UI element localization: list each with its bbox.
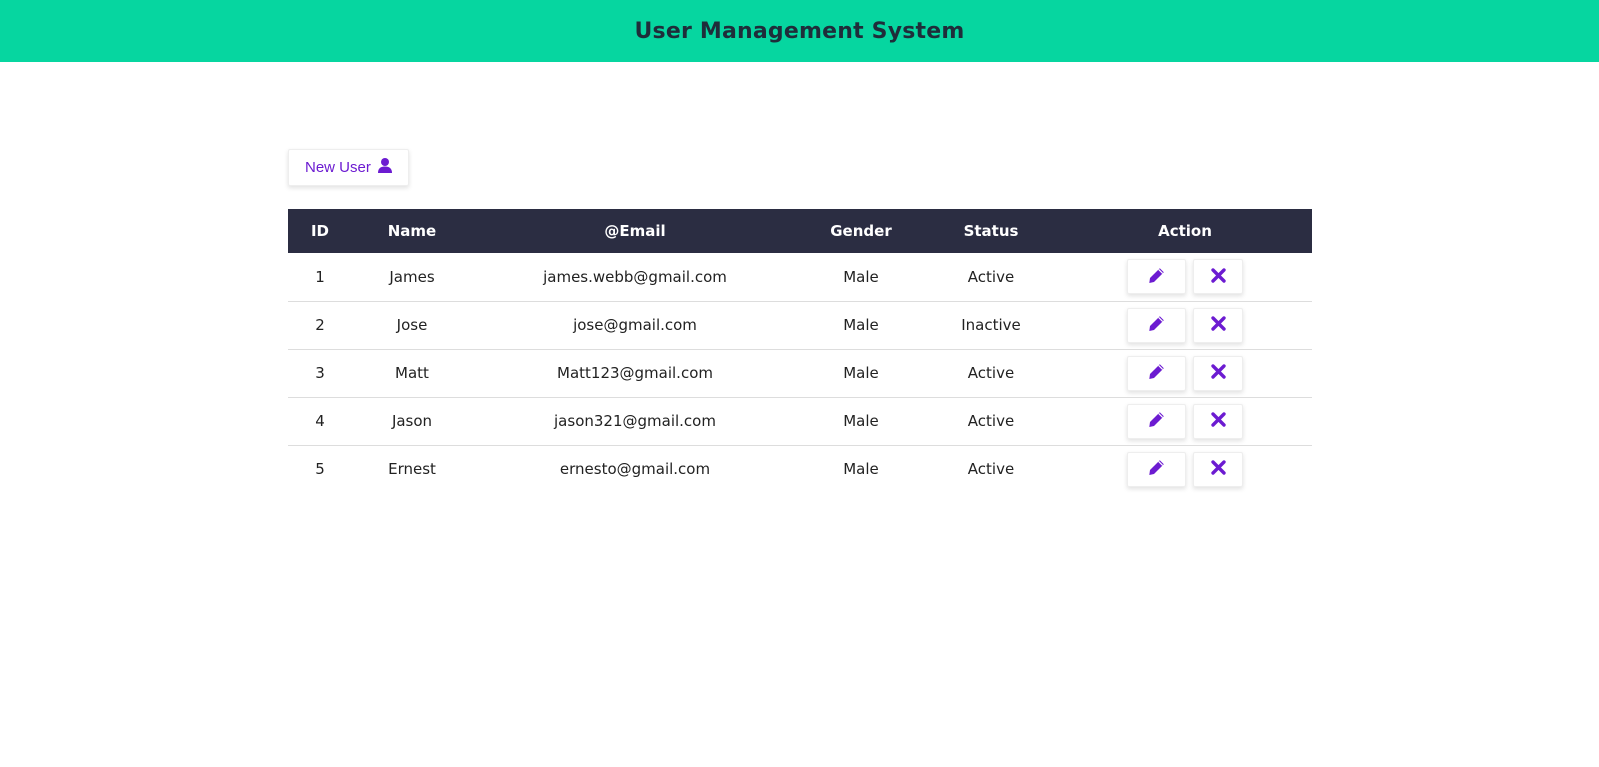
delete-user-button[interactable]	[1193, 355, 1243, 391]
table-row: 2 Jose jose@gmail.com Male Inactive	[288, 301, 1312, 349]
cell-id: 1	[315, 267, 325, 286]
cell-action	[1058, 397, 1312, 445]
cell-gender: Male	[843, 364, 879, 382]
cell-action	[1058, 301, 1312, 349]
page-title: User Management System	[634, 18, 965, 44]
close-icon	[1210, 267, 1227, 287]
pencil-icon	[1148, 411, 1165, 431]
row-actions	[1058, 355, 1312, 391]
column-header-email: @Email	[604, 222, 666, 240]
cell-id: 5	[315, 460, 325, 479]
table-row: 4 Jason jason321@gmail.com Male Active	[288, 397, 1312, 445]
cell-action	[1058, 253, 1312, 301]
users-table: ID Name @Email Gender Status Action 1 Ja…	[288, 209, 1312, 493]
cell-action	[1058, 445, 1312, 493]
pencil-icon	[1148, 315, 1165, 335]
cell-name: Jason	[391, 412, 433, 430]
cell-id: 4	[315, 412, 325, 430]
table-body: 1 James james.webb@gmail.com Male Active	[288, 253, 1312, 493]
edit-user-button[interactable]	[1127, 259, 1186, 295]
table-row: 1 James james.webb@gmail.com Male Active	[288, 253, 1312, 301]
cell-gender: Male	[843, 267, 879, 286]
delete-user-button[interactable]	[1193, 307, 1243, 343]
new-user-label: New User	[305, 159, 371, 176]
delete-user-button[interactable]	[1193, 451, 1243, 487]
close-icon	[1210, 315, 1227, 335]
cell-email: james.webb@gmail.com	[543, 267, 727, 286]
cell-email: jose@gmail.com	[573, 316, 697, 334]
row-actions	[1058, 307, 1312, 343]
cell-email: ernesto@gmail.com	[559, 460, 711, 479]
column-header-id: ID	[310, 222, 330, 240]
new-user-button[interactable]: New User	[288, 149, 409, 186]
table-row: 5 Ernest ernesto@gmail.com Male Active	[288, 445, 1312, 493]
edit-user-button[interactable]	[1127, 355, 1186, 391]
row-actions	[1058, 403, 1312, 439]
delete-user-button[interactable]	[1193, 403, 1243, 439]
cell-email: Matt123@gmail.com	[557, 364, 713, 382]
cell-status: Active	[967, 267, 1015, 286]
cell-name: Jose	[396, 316, 428, 334]
column-header-gender: Gender	[830, 222, 892, 240]
table-row: 3 Matt Matt123@gmail.com Male Active	[288, 349, 1312, 397]
delete-user-button[interactable]	[1193, 259, 1243, 295]
cell-email: jason321@gmail.com	[554, 412, 716, 430]
cell-gender: Male	[843, 412, 879, 430]
main-content: New User ID Name @Email Gender Status Ac…	[288, 149, 1312, 493]
cell-status: Active	[967, 364, 1015, 382]
pencil-icon	[1148, 459, 1165, 479]
edit-user-button[interactable]	[1127, 307, 1186, 343]
user-icon	[377, 158, 392, 177]
cell-action	[1058, 349, 1312, 397]
pencil-icon	[1148, 363, 1165, 383]
row-actions	[1058, 451, 1312, 487]
row-actions	[1058, 259, 1312, 295]
cell-name: Matt	[395, 364, 429, 382]
edit-user-button[interactable]	[1127, 451, 1186, 487]
table-header-row: ID Name @Email Gender Status Action	[288, 209, 1312, 253]
cell-name: James	[389, 267, 435, 286]
cell-name: Ernest	[388, 460, 436, 479]
cell-gender: Male	[843, 316, 879, 334]
column-header-name: Name	[387, 222, 437, 240]
app-header: User Management System	[0, 0, 1599, 62]
edit-user-button[interactable]	[1127, 403, 1186, 439]
column-header-action: Action	[1158, 222, 1212, 240]
close-icon	[1210, 411, 1227, 431]
close-icon	[1210, 363, 1227, 383]
cell-status: Active	[967, 460, 1015, 479]
column-header-status: Status	[963, 222, 1019, 240]
close-icon	[1210, 459, 1227, 479]
cell-status: Active	[967, 412, 1015, 430]
cell-id: 2	[315, 316, 325, 334]
pencil-icon	[1148, 267, 1165, 287]
cell-id: 3	[315, 364, 325, 382]
cell-gender: Male	[843, 460, 879, 479]
cell-status: Inactive	[961, 316, 1021, 334]
